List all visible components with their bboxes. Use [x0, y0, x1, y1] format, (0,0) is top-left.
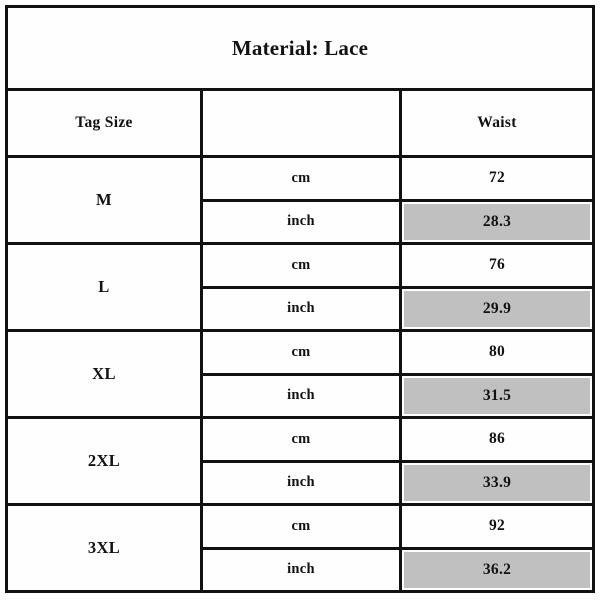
waist-inch-3xl-text: 36.2 — [404, 551, 591, 588]
waist-cm-3xl: 92 — [398, 503, 596, 550]
waist-cm-2xl: 86 — [398, 416, 596, 463]
size-label-2xl: 2XL — [5, 416, 203, 506]
table-row: 3XL cm 92 — [5, 503, 596, 593]
table-row: 2XL cm 86 — [5, 416, 596, 506]
unit-label-cm-l: cm — [200, 242, 402, 289]
waist-inch-2xl-text: 33.9 — [404, 464, 591, 501]
unit-label-cm-xl: cm — [200, 329, 402, 376]
waist-cm-l-text: 76 — [488, 256, 506, 274]
waist-cm-2xl-text: 86 — [488, 430, 506, 448]
waist-inch-l: 29.9 — [398, 285, 596, 332]
size-label-l: L — [5, 242, 203, 332]
waist-inch-3xl: 36.2 — [398, 546, 596, 593]
size-label-3xl: 3XL — [5, 503, 203, 593]
header-unit — [200, 88, 402, 158]
unit-label-cm-3xl: cm — [200, 503, 402, 550]
unit-label-inch-l: inch — [200, 285, 402, 332]
material-title: Material: Lace — [4, 5, 596, 91]
waist-inch-m: 28.3 — [398, 198, 596, 245]
unit-label-inch-xl: inch — [200, 372, 402, 419]
waist-cm-xl: 80 — [398, 329, 596, 376]
unit-label-inch-m: inch — [200, 198, 402, 245]
waist-inch-m-text: 28.3 — [404, 203, 591, 240]
table-row: L cm 76 — [5, 242, 596, 332]
waist-inch-xl: 31.5 — [398, 372, 596, 419]
waist-cm-m-text: 72 — [488, 169, 506, 187]
unit-label-cm-m: cm — [200, 155, 402, 202]
unit-label-cm-2xl: cm — [200, 416, 402, 463]
size-chart-root: Material: Lace Tag Size Waist M cm 72 in… — [0, 0, 600, 600]
unit-label-inch-3xl: inch — [200, 546, 402, 593]
table-row: M cm 72 — [5, 155, 596, 245]
size-label-xl: XL — [5, 329, 203, 419]
waist-cm-xl-text: 80 — [488, 343, 506, 361]
waist-inch-xl-text: 31.5 — [404, 377, 591, 414]
size-chart-table: Material: Lace Tag Size Waist M cm 72 in… — [4, 5, 596, 593]
unit-label-inch-2xl: inch — [200, 459, 402, 506]
waist-inch-l-text: 29.9 — [404, 290, 591, 327]
header-waist: Waist — [398, 88, 596, 158]
header-tag-size: Tag Size — [5, 88, 203, 158]
waist-cm-m: 72 — [398, 155, 596, 202]
waist-cm-3xl-text: 92 — [488, 517, 506, 535]
table-title-row: Material: Lace — [4, 5, 596, 91]
size-label-m: M — [5, 155, 203, 245]
waist-cm-l: 76 — [398, 242, 596, 289]
waist-inch-2xl: 33.9 — [398, 459, 596, 506]
table-row: XL cm 80 — [5, 329, 596, 419]
table-header-row: Tag Size Waist — [5, 88, 596, 158]
